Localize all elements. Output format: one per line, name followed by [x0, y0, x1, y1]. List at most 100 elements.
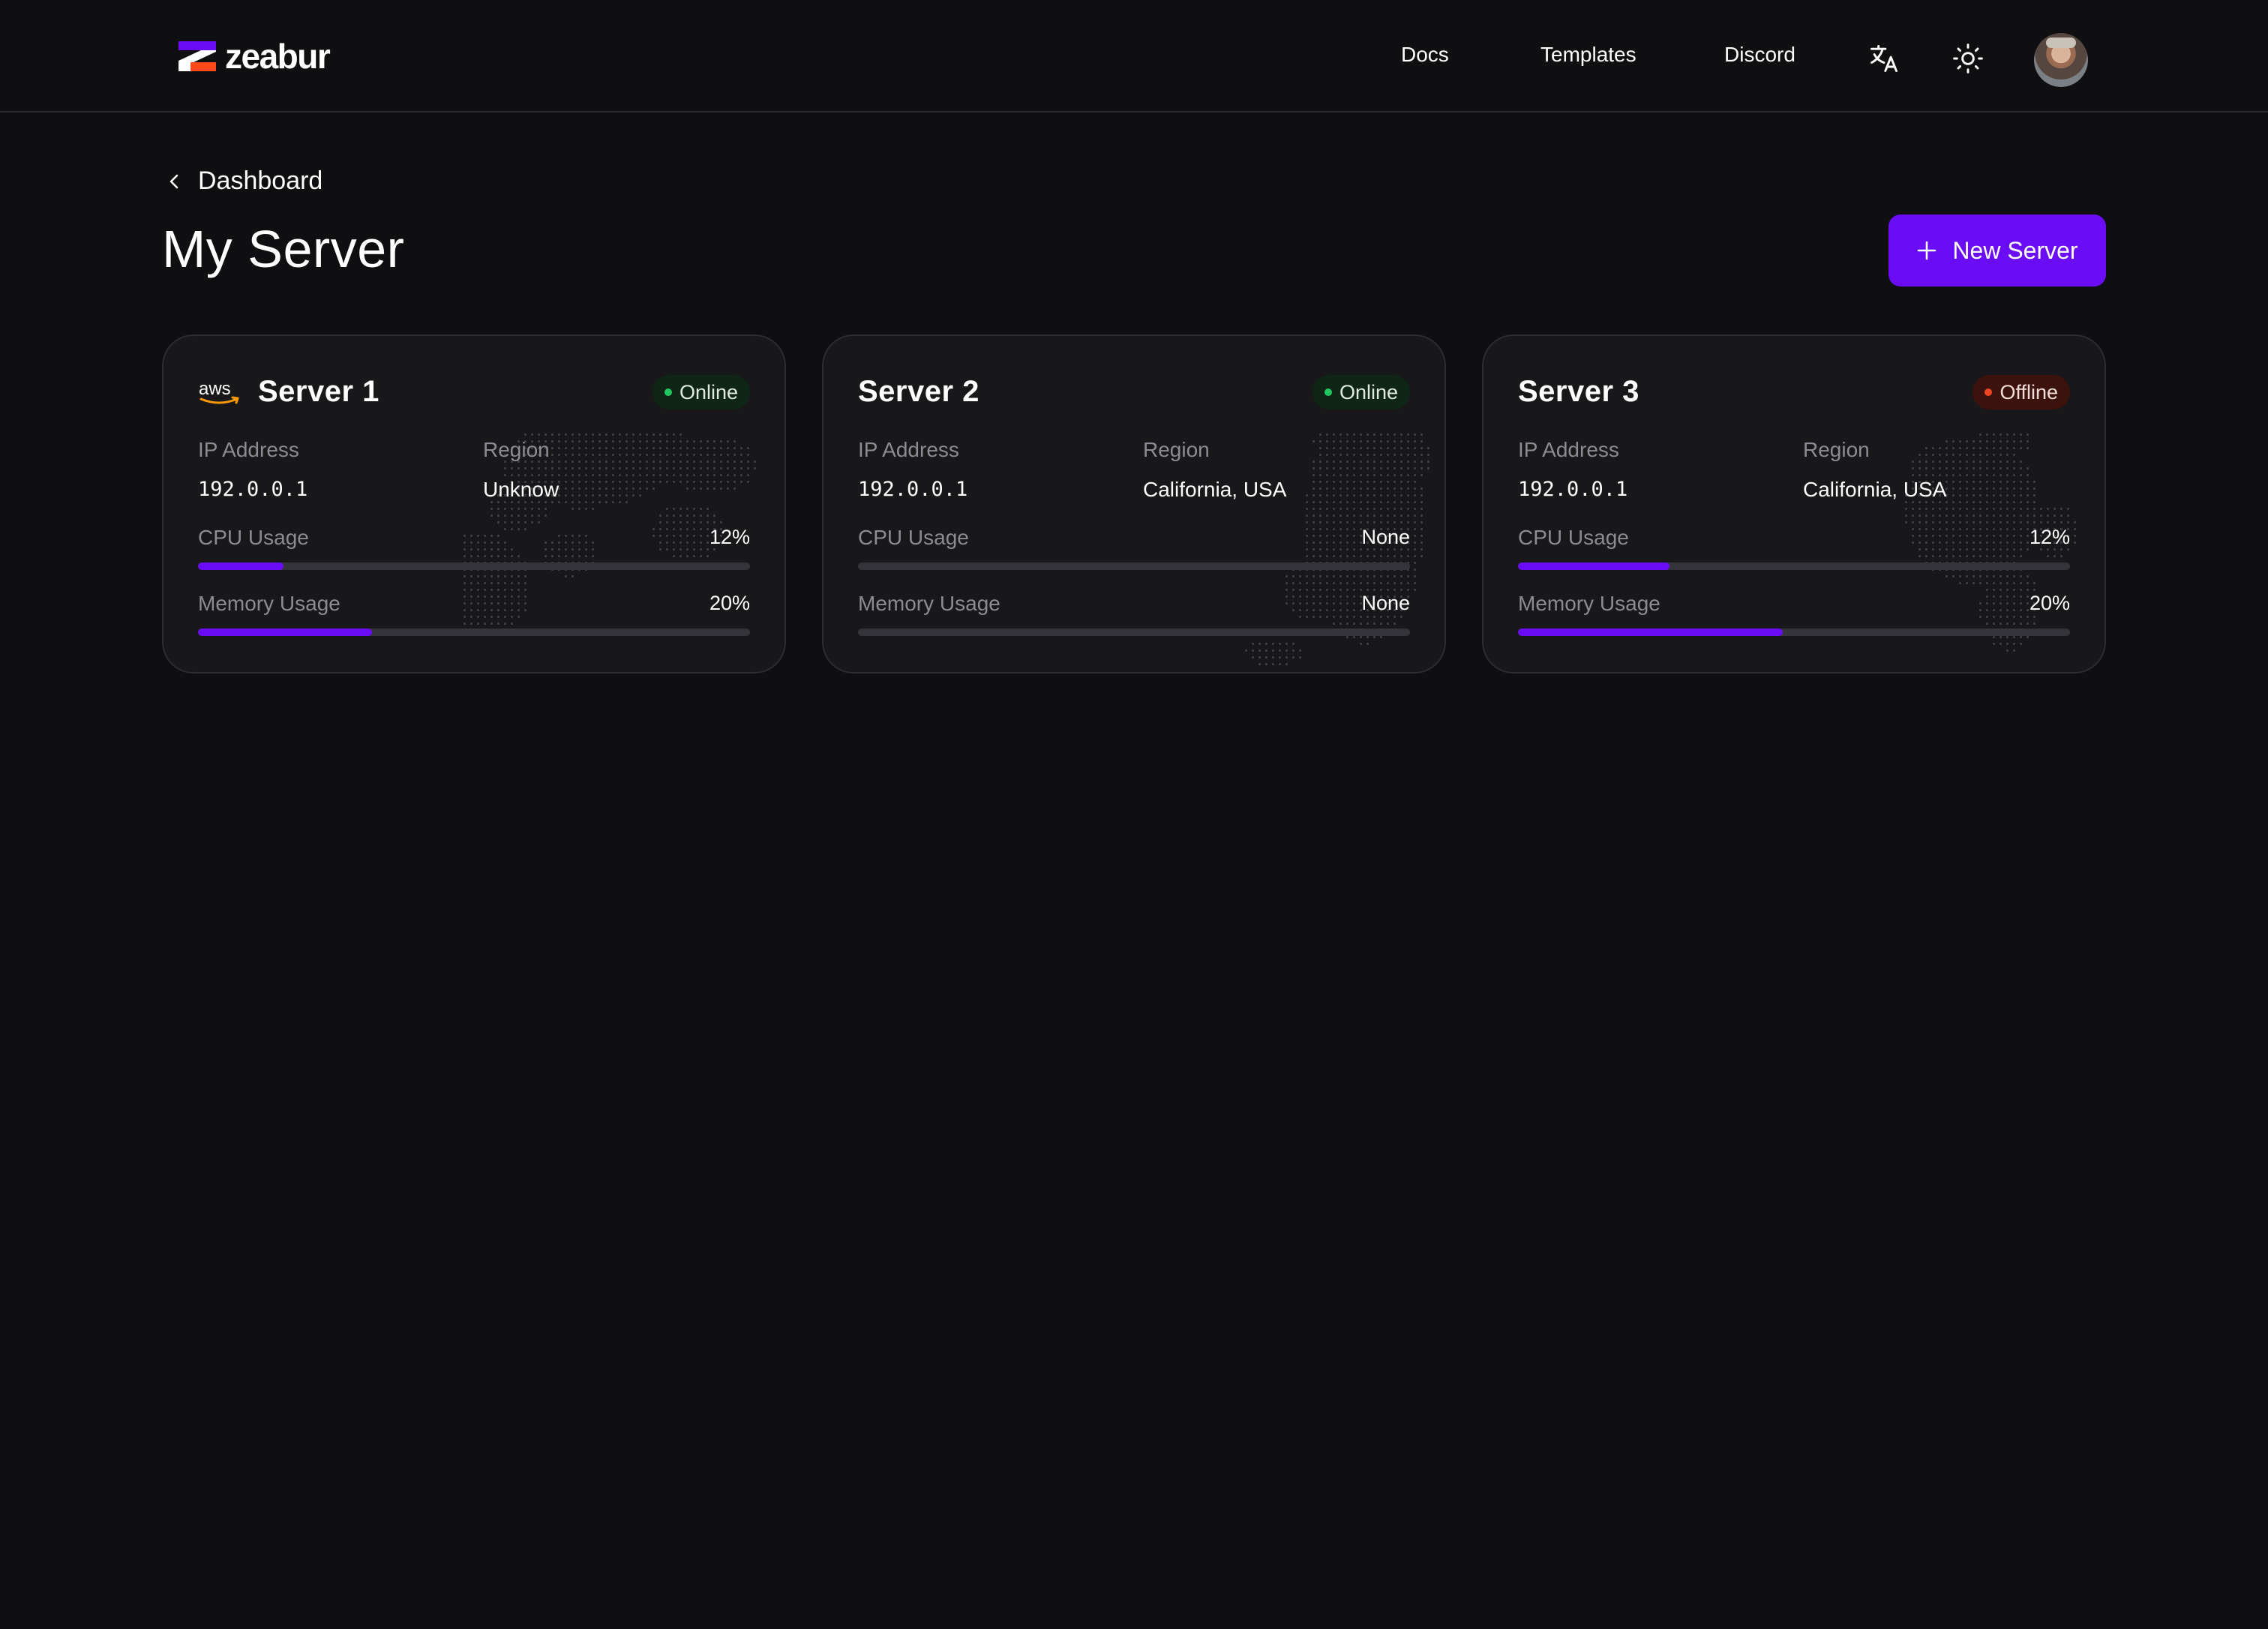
map-dot — [2006, 575, 2008, 578]
map-dot — [1366, 447, 1369, 449]
map-dot — [605, 467, 608, 470]
server-card[interactable]: Server 2 Online IP Address Region 192.0.… — [822, 334, 1446, 674]
map-dot — [1993, 636, 1995, 638]
map-dot — [2020, 494, 2022, 496]
map-dot — [1319, 575, 1322, 578]
map-dot — [1373, 521, 1376, 524]
map-dot — [1959, 488, 1961, 490]
map-dot — [1312, 494, 1315, 496]
map-dot — [2020, 467, 2022, 470]
map-dot — [693, 481, 695, 483]
map-dot — [1407, 589, 1409, 591]
map-dot — [1366, 474, 1369, 476]
map-dot — [2020, 609, 2022, 611]
map-dot — [578, 508, 580, 510]
map-dot — [2013, 434, 2015, 436]
map-dot — [1986, 542, 1988, 544]
nav-discord-link[interactable]: Discord — [1724, 44, 1796, 65]
map-dot — [1912, 508, 1914, 510]
map-dot — [2000, 582, 2002, 584]
map-dot — [477, 622, 479, 625]
map-dot — [497, 609, 500, 611]
plus-icon — [1918, 241, 1936, 260]
map-dot — [1993, 535, 1995, 537]
map-dot — [1420, 454, 1423, 456]
map-dot — [1952, 548, 1954, 550]
map-dot — [1360, 460, 1362, 463]
nav-docs-link[interactable]: Docs — [1401, 44, 1449, 65]
map-dot — [1993, 528, 1995, 530]
map-dot — [740, 467, 742, 470]
map-dot — [727, 447, 729, 449]
map-dot — [1353, 501, 1355, 503]
map-dot — [1414, 528, 1416, 530]
map-dot — [1993, 514, 1995, 517]
map-dot — [720, 488, 722, 490]
map-dot — [673, 555, 675, 557]
map-dot — [1299, 575, 1301, 578]
map-dot — [1414, 575, 1416, 578]
map-dot — [2000, 616, 2002, 618]
zeabur-logo[interactable]: zeabur — [178, 39, 331, 74]
map-dot — [1319, 488, 1322, 490]
back-to-dashboard-link[interactable]: Dashboard — [166, 166, 322, 196]
map-dot — [1380, 440, 1382, 442]
map-dot — [666, 481, 668, 483]
map-dot — [740, 454, 742, 456]
cpu-usage-bar — [1518, 562, 2070, 570]
map-dot — [1952, 474, 1954, 476]
map-dot — [585, 467, 587, 470]
map-dot — [1959, 508, 1961, 510]
map-dot — [720, 454, 722, 456]
map-dot — [1387, 582, 1389, 584]
map-dot — [1252, 643, 1254, 645]
map-dot — [1319, 596, 1322, 598]
map-dot — [747, 447, 749, 449]
map-dot — [1420, 460, 1423, 463]
map-dot — [1319, 508, 1322, 510]
map-dot — [1952, 575, 1954, 578]
map-dot — [1979, 488, 1982, 490]
map-dot — [585, 494, 587, 496]
user-avatar[interactable] — [2034, 33, 2088, 87]
map-dot — [558, 434, 560, 436]
map-dot — [477, 609, 479, 611]
map-dot — [1932, 454, 1934, 456]
map-dot — [1966, 447, 1968, 449]
map-dot — [605, 440, 608, 442]
map-dot — [1932, 542, 1934, 544]
map-dot — [1340, 616, 1342, 618]
map-dot — [578, 501, 580, 503]
map-dot — [1414, 521, 1416, 524]
map-dot — [626, 440, 628, 442]
map-dot — [1312, 542, 1315, 544]
map-dot — [706, 521, 709, 524]
server-card[interactable]: aws Server 1 Online IP Address Region 19… — [162, 334, 786, 674]
map-dot — [1952, 447, 1954, 449]
map-dot — [1912, 514, 1914, 517]
map-dot — [531, 514, 533, 517]
server-card[interactable]: Server 3 Offline IP Address Region 192.0… — [1482, 334, 2106, 674]
sun-theme-icon[interactable] — [1952, 42, 1984, 75]
map-dot — [686, 460, 688, 463]
map-dot — [578, 467, 580, 470]
translate-icon[interactable] — [1868, 42, 1900, 75]
map-dot — [598, 454, 601, 456]
map-dot — [734, 440, 736, 442]
map-dot — [1959, 575, 1961, 578]
map-dot — [1380, 481, 1382, 483]
map-dot — [1353, 454, 1355, 456]
new-server-button[interactable]: New Server — [1888, 214, 2106, 286]
map-dot — [2000, 460, 2002, 463]
map-dot — [713, 447, 716, 449]
map-dot — [1265, 650, 1268, 652]
map-dot — [551, 454, 554, 456]
map-dot — [1972, 582, 1975, 584]
map-dot — [1427, 467, 1430, 470]
map-dot — [747, 467, 749, 470]
map-dot — [1912, 474, 1914, 476]
map-dot — [1306, 521, 1308, 524]
map-dot — [484, 589, 486, 591]
nav-templates-link[interactable]: Templates — [1540, 44, 1636, 65]
map-dot — [1993, 555, 1995, 557]
